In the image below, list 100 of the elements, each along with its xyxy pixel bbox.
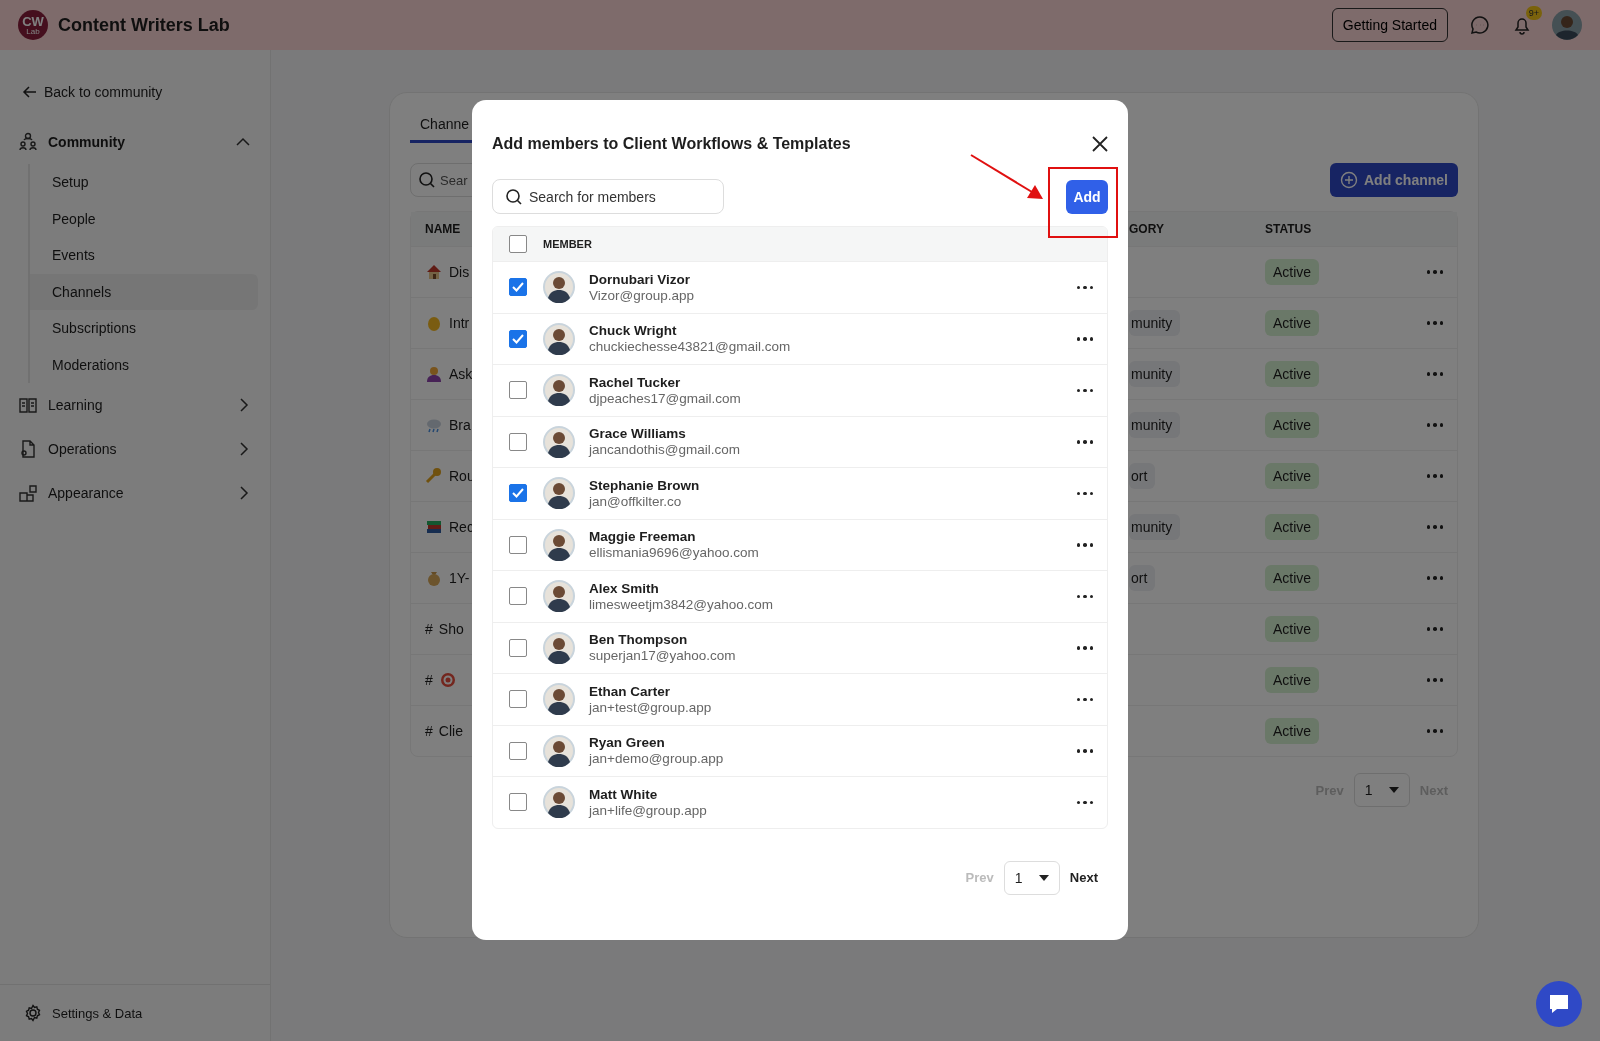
channel-name: Sho: [438, 621, 464, 637]
checkbox[interactable]: [509, 741, 527, 760]
add-button[interactable]: Add: [1066, 179, 1108, 214]
member-name: Dornubari Vizor: [589, 271, 691, 287]
more-icon[interactable]: [1076, 543, 1093, 547]
hash-sign: #: [425, 723, 433, 739]
checkbox[interactable]: [509, 278, 527, 297]
highlight-box: [1048, 167, 1118, 238]
member-name: Alex Smith: [589, 580, 660, 596]
books-icon: [425, 518, 443, 536]
sidebar-section[interactable]: Learning: [48, 397, 226, 413]
page-select[interactable]: 1: [1353, 773, 1410, 807]
member-email: superjan17@yahoo.com: [589, 648, 737, 664]
more-icon[interactable]: [1076, 594, 1093, 598]
close-button[interactable]: [1092, 136, 1108, 152]
member-email: jan+life@group.app: [589, 802, 708, 818]
checkbox[interactable]: [509, 638, 527, 657]
member-email: ellismania9696@yahoo.com: [589, 545, 760, 561]
channel-name: Clie: [438, 723, 463, 739]
member-name: Grace Williams: [589, 426, 687, 442]
person-icon: [425, 365, 443, 383]
member-name: Ryan Green: [589, 735, 666, 751]
hash-sign: #: [425, 621, 433, 637]
status-tag: Active: [1265, 310, 1320, 336]
status-tag: Active: [1265, 667, 1320, 693]
search-field[interactable]: Search for members: [492, 179, 724, 214]
close-icon: [1092, 136, 1108, 152]
status-tag: Active: [1265, 514, 1320, 540]
more-icon[interactable]: [1076, 337, 1093, 341]
sidebar-section[interactable]: Community: [48, 134, 226, 150]
caret-icon: [1038, 874, 1049, 881]
dialog-title: Add members to Client Workflows & Templates: [492, 135, 851, 153]
more-icon[interactable]: [1076, 285, 1093, 289]
settings-icon[interactable]: [24, 1004, 42, 1022]
checkbox[interactable]: [509, 535, 527, 554]
chat-button[interactable]: [1536, 981, 1582, 1027]
member-name: Chuck Wright: [589, 323, 678, 339]
channel-name: Dis: [449, 264, 470, 280]
plus-circle-icon: [1340, 171, 1358, 189]
bell-icon[interactable]: [1512, 15, 1532, 35]
member-name: Matt White: [589, 786, 659, 802]
more-icon[interactable]: [1076, 388, 1093, 392]
checkbox[interactable]: [509, 484, 527, 503]
back-arrow-icon[interactable]: [22, 84, 38, 100]
notification-badge: 9+: [1525, 6, 1542, 20]
column-header: NAME: [424, 222, 462, 236]
settings-link[interactable]: Settings & Data: [52, 1005, 143, 1021]
sidebar-section[interactable]: Appearance: [48, 485, 226, 501]
more-icon[interactable]: [1076, 491, 1093, 495]
search-icon: [418, 171, 436, 189]
more-icon[interactable]: [1076, 749, 1093, 753]
chat-icon[interactable]: [1470, 15, 1490, 35]
chat-bubble-icon: [1547, 992, 1571, 1016]
status-tag: Active: [1265, 361, 1320, 387]
status-tag: Active: [1265, 616, 1320, 642]
member-email: djpeaches17@gmail.com: [589, 390, 742, 406]
bag-icon: [425, 569, 443, 587]
checkbox[interactable]: [509, 690, 527, 709]
checkbox[interactable]: [509, 381, 527, 400]
page-select[interactable]: 1: [1003, 860, 1060, 895]
site-title: Content Writers Lab: [58, 14, 230, 36]
member-email: limesweetjm3842@yahoo.com: [589, 596, 775, 612]
back-link[interactable]: Back to community: [44, 84, 163, 100]
book-icon: [18, 395, 38, 415]
key-icon: [425, 467, 443, 485]
sidebar-item[interactable]: Setup: [30, 164, 258, 201]
checkbox[interactable]: [509, 329, 527, 348]
member-name: Ben Thompson: [589, 632, 689, 648]
document-icon: [18, 439, 38, 459]
member-email: Vizor@group.app: [589, 287, 696, 303]
sidebar-item[interactable]: Moderations: [30, 346, 258, 383]
sidebar-item[interactable]: People: [30, 200, 258, 237]
member-email: jancandothis@gmail.com: [589, 442, 742, 458]
people-icon: [18, 132, 38, 152]
sidebar-item[interactable]: Subscriptions: [30, 310, 258, 347]
member-name: Ethan Carter: [589, 683, 672, 699]
checkbox[interactable]: [509, 432, 527, 451]
member-email: chuckiechesse43821@gmail.com: [589, 339, 792, 355]
select-all-checkbox[interactable]: [509, 235, 527, 253]
checkbox[interactable]: [509, 587, 527, 606]
more-icon[interactable]: [1076, 646, 1093, 650]
more-icon[interactable]: [1076, 440, 1093, 444]
column-header: STATUS: [1265, 222, 1313, 236]
getting-started-button[interactable]: Getting Started: [1331, 8, 1448, 42]
next-link[interactable]: Next: [1069, 870, 1098, 885]
channel-name: Intr: [449, 315, 470, 331]
category-tag: munity: [1129, 310, 1181, 336]
sidebar-item[interactable]: Channels: [30, 273, 258, 310]
search-icon: [505, 187, 523, 206]
member-name: Stephanie Brown: [589, 477, 701, 493]
caret-icon: [1388, 787, 1399, 793]
sidebar-item[interactable]: Events: [30, 237, 258, 274]
hash-sign: #: [425, 672, 433, 688]
add-channel-button[interactable]: Add channel: [1330, 163, 1458, 197]
column-header: MEMBER: [543, 238, 592, 250]
checkbox[interactable]: [509, 793, 527, 812]
category-tag: ort: [1129, 463, 1156, 489]
more-icon[interactable]: [1076, 697, 1093, 701]
more-icon[interactable]: [1076, 800, 1093, 804]
sidebar-section[interactable]: Operations: [48, 441, 226, 457]
